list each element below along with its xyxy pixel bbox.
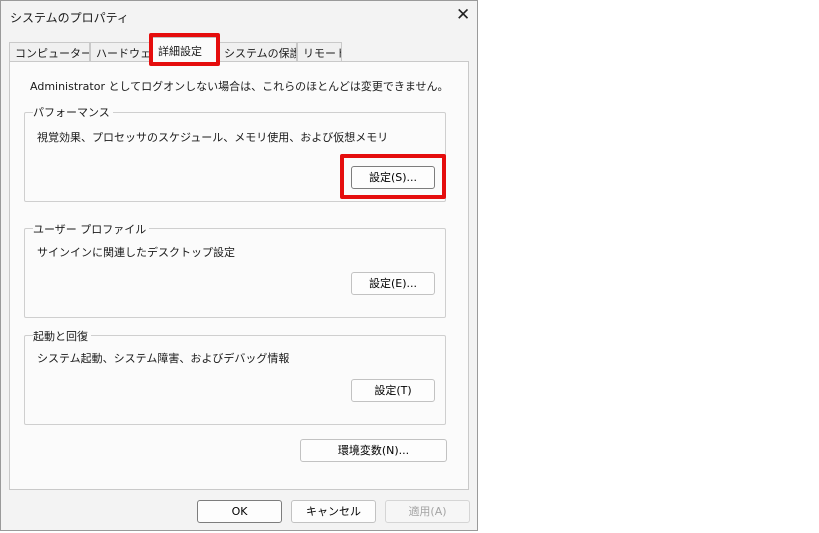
tab-label: システムの保護 xyxy=(224,47,297,60)
close-icon[interactable]: ✕ xyxy=(456,6,470,24)
window-title: システムのプロパティ xyxy=(10,11,129,25)
tab-system-protection[interactable]: システムの保護 xyxy=(218,42,297,61)
startup-recovery-group-title: 起動と回復 xyxy=(33,328,91,344)
tab-advanced[interactable]: 詳細設定 xyxy=(150,37,218,62)
tab-label: リモート xyxy=(303,47,341,60)
performance-settings-button[interactable]: 設定(S)... xyxy=(351,166,435,189)
environment-variables-button[interactable]: 環境変数(N)... xyxy=(300,439,447,462)
user-profile-settings-button[interactable]: 設定(E)... xyxy=(351,272,435,295)
startup-recovery-description: システム起動、システム障害、およびデバッグ情報 xyxy=(37,352,290,365)
tab-computer-name[interactable]: コンピューター名 xyxy=(9,42,90,61)
performance-description: 視覚効果、プロセッサのスケジュール、メモリ使用、および仮想メモリ xyxy=(37,131,389,144)
apply-button[interactable]: 適用(A) xyxy=(385,500,470,523)
user-profile-group-title: ユーザー プロファイル xyxy=(33,221,150,237)
startup-recovery-settings-button[interactable]: 設定(T) xyxy=(351,379,435,402)
title-bar: システムのプロパティ ✕ xyxy=(1,1,477,32)
admin-notice: Administrator としてログオンしない場合は、これらのほとんどは変更で… xyxy=(30,80,449,93)
tab-label: 詳細設定 xyxy=(158,45,202,58)
tab-remote[interactable]: リモート xyxy=(297,42,342,61)
ok-button[interactable]: OK xyxy=(197,500,282,523)
cancel-button[interactable]: キャンセル xyxy=(291,500,376,523)
tab-hardware[interactable]: ハードウェア xyxy=(90,42,150,61)
tab-label: ハードウェア xyxy=(96,47,150,60)
performance-group-title: パフォーマンス xyxy=(33,104,113,120)
tab-label: コンピューター名 xyxy=(15,47,89,60)
user-profile-description: サインインに関連したデスクトップ設定 xyxy=(37,246,235,259)
